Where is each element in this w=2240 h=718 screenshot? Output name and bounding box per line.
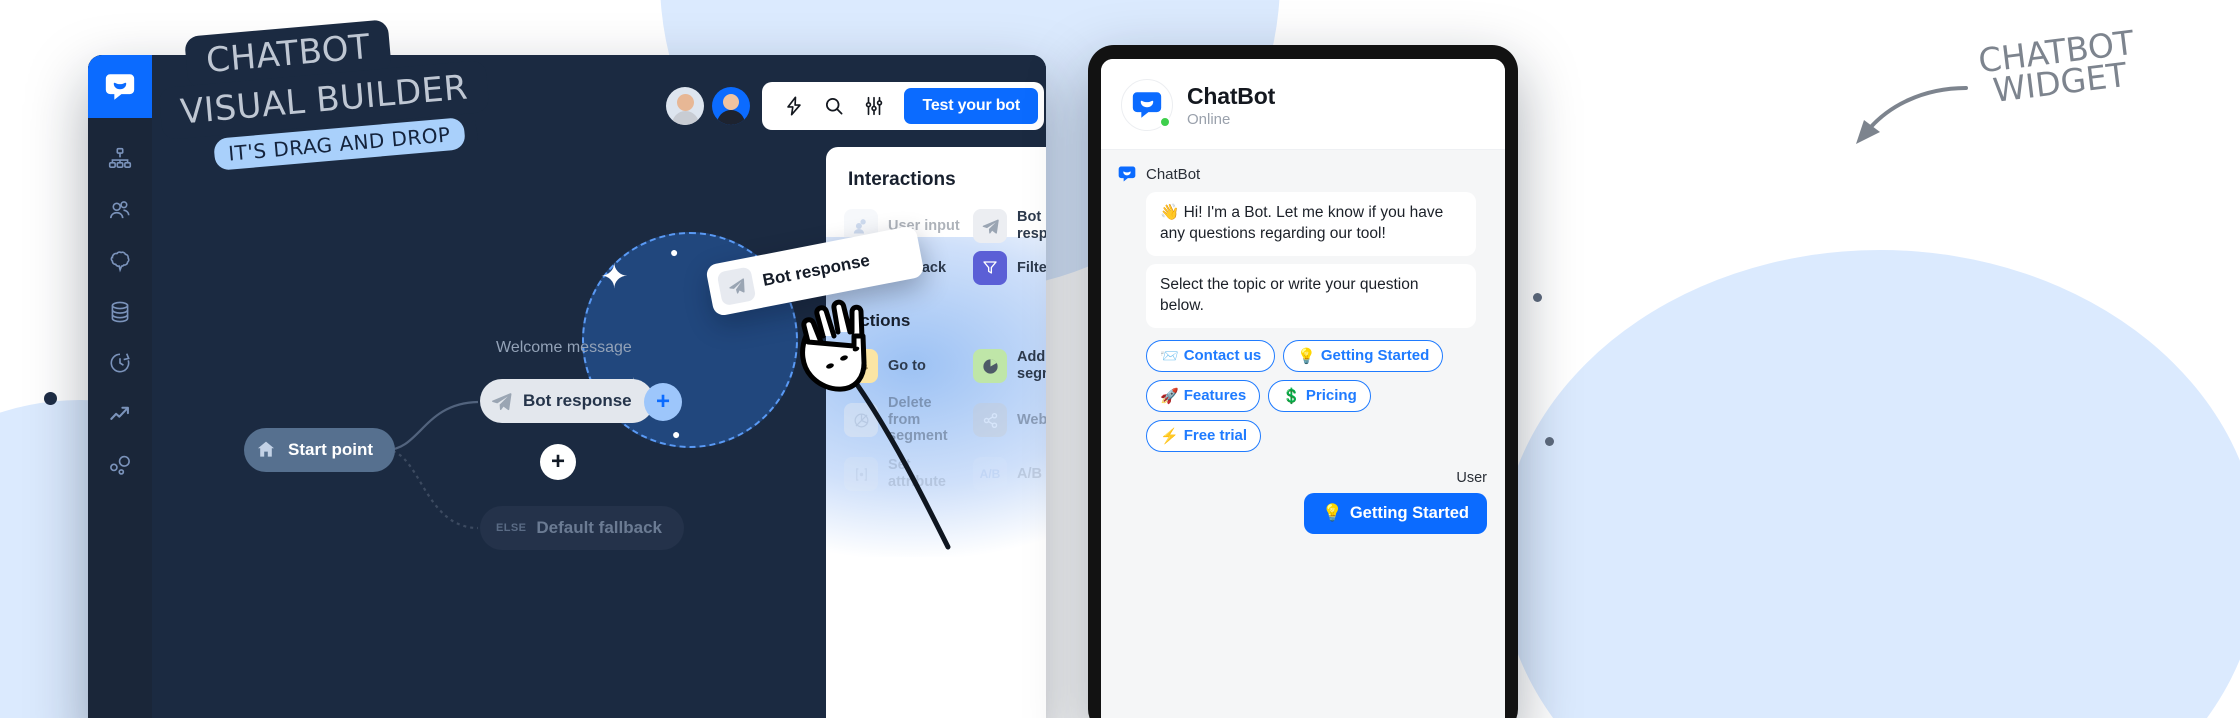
item-label: Webhook xyxy=(1017,411,1046,428)
quick-reply-free-trial[interactable]: ⚡ Free trial xyxy=(1146,419,1262,452)
message-sender: ChatBot xyxy=(1117,164,1489,184)
sparkle-dot: ● xyxy=(670,244,679,260)
annotation-chatbot-widget: CHATBOT WIDGET xyxy=(1976,23,2140,111)
item-label: Filter xyxy=(1017,259,1046,276)
user-message-label: Getting Started xyxy=(1349,503,1469,522)
sidebar-item-data[interactable] xyxy=(88,286,152,337)
node-label: Start point xyxy=(288,440,373,459)
bulb-emoji: 💡 xyxy=(1297,347,1316,365)
widget-header: ChatBot Online xyxy=(1101,59,1505,150)
else-tag: ELSE xyxy=(496,522,527,534)
chatbot-logo-icon xyxy=(1118,166,1136,182)
sidebar-item-stories[interactable] xyxy=(88,133,152,184)
quick-reply-contact-us[interactable]: 📨 Contact us xyxy=(1146,339,1276,372)
welcome-message-label: Welcome message xyxy=(496,339,632,356)
decor-dot xyxy=(44,392,57,405)
quick-reply-label: Features xyxy=(1183,387,1247,405)
envelope-emoji: 📨 xyxy=(1160,347,1179,365)
item-label: A/B Test xyxy=(1017,465,1046,482)
sidebar-item-training[interactable] xyxy=(88,235,152,286)
add-node-button-highlight[interactable]: + xyxy=(644,383,682,421)
item-label: Add to segment xyxy=(1017,349,1046,382)
bot-message-bubble: Select the topic or write your question … xyxy=(1146,263,1476,328)
sidebar-item-reports[interactable] xyxy=(88,388,152,439)
chat-transcript: ChatBot 👋 Hi! I'm a Bot. Let me know if … xyxy=(1101,150,1505,718)
node-bot-response[interactable]: Bot response xyxy=(480,379,654,423)
item-label: Bot response xyxy=(1017,209,1046,242)
online-status-dot xyxy=(1159,116,1171,128)
chatbot-logo-icon xyxy=(1121,79,1173,131)
annotation-visual-builder: CHATBOT VISUAL BUILDER IT'S DRAG AND DRO… xyxy=(158,19,490,171)
filter-icon xyxy=(973,251,1007,285)
sender-name: ChatBot xyxy=(1146,165,1201,183)
quick-reply-features[interactable]: 🚀 Features xyxy=(1146,379,1261,412)
bot-message-bubble: 👋 Hi! I'm a Bot. Let me know if you have… xyxy=(1146,192,1476,256)
quick-reply-label: Contact us xyxy=(1183,347,1262,365)
chatbot-logo-icon[interactable] xyxy=(88,55,152,118)
sparkle-icon: ✦ xyxy=(600,258,629,296)
panel-title: Interactions xyxy=(848,169,956,190)
annotation-arrow-widget xyxy=(1856,86,1968,144)
send-icon xyxy=(490,390,513,413)
node-default-fallback[interactable]: ELSE Default fallback xyxy=(480,506,684,550)
user-message-bubble: 💡 Getting Started xyxy=(1304,492,1487,534)
node-label: Default fallback xyxy=(536,518,662,537)
quick-reply-label: Free trial xyxy=(1183,427,1248,445)
background-blob-right xyxy=(1500,250,2240,718)
sender-name: User xyxy=(1456,469,1487,486)
item-bot-response[interactable]: Bot response xyxy=(973,209,1046,243)
sparkle-dot: ● xyxy=(672,426,681,442)
node-start-point[interactable]: Start point xyxy=(244,428,395,472)
item-filter[interactable]: Filter xyxy=(973,251,1046,285)
lightning-emoji: ⚡ xyxy=(1160,427,1179,445)
bulb-emoji: 💡 xyxy=(1322,503,1343,522)
builder-sidebar xyxy=(88,55,152,718)
quick-replies: 📨 Contact us 💡 Getting Started 🚀 Feature… xyxy=(1146,339,1489,452)
drag-hand-cursor xyxy=(800,299,867,392)
quick-reply-pricing[interactable]: 💲 Pricing xyxy=(1268,379,1371,412)
promo-illustration: Test your bot ✦ ✦ ● ● Start point Welcom… xyxy=(0,0,2240,718)
add-node-button[interactable]: + xyxy=(540,444,576,480)
money-emoji: 💲 xyxy=(1282,387,1301,405)
send-icon xyxy=(973,209,1007,243)
quick-reply-label: Getting Started xyxy=(1320,347,1430,365)
sidebar-item-users[interactable] xyxy=(88,184,152,235)
decor-dot xyxy=(1533,293,1542,302)
widget-status: Online xyxy=(1187,110,1231,128)
sidebar-item-archives[interactable] xyxy=(88,337,152,388)
sidebar-nav xyxy=(88,133,152,490)
panel-header: Interactions xyxy=(826,147,1046,191)
widget-bot-name: ChatBot xyxy=(1187,82,1276,109)
send-icon xyxy=(716,266,757,307)
user-message-row: User 💡 Getting Started xyxy=(1117,470,1489,534)
decor-dot xyxy=(1545,437,1554,446)
tablet-frame: ChatBot Online ChatBot 👋 Hi! I'm a Bot. … xyxy=(1088,45,1518,718)
quick-reply-getting-started[interactable]: 💡 Getting Started xyxy=(1283,339,1444,372)
chat-widget: ChatBot Online ChatBot 👋 Hi! I'm a Bot. … xyxy=(1101,59,1505,718)
quick-reply-label: Pricing xyxy=(1305,387,1357,405)
node-label: Bot response xyxy=(523,391,632,410)
rocket-emoji: 🚀 xyxy=(1160,387,1179,405)
home-icon xyxy=(254,438,278,462)
sidebar-item-integrations[interactable] xyxy=(88,439,152,490)
